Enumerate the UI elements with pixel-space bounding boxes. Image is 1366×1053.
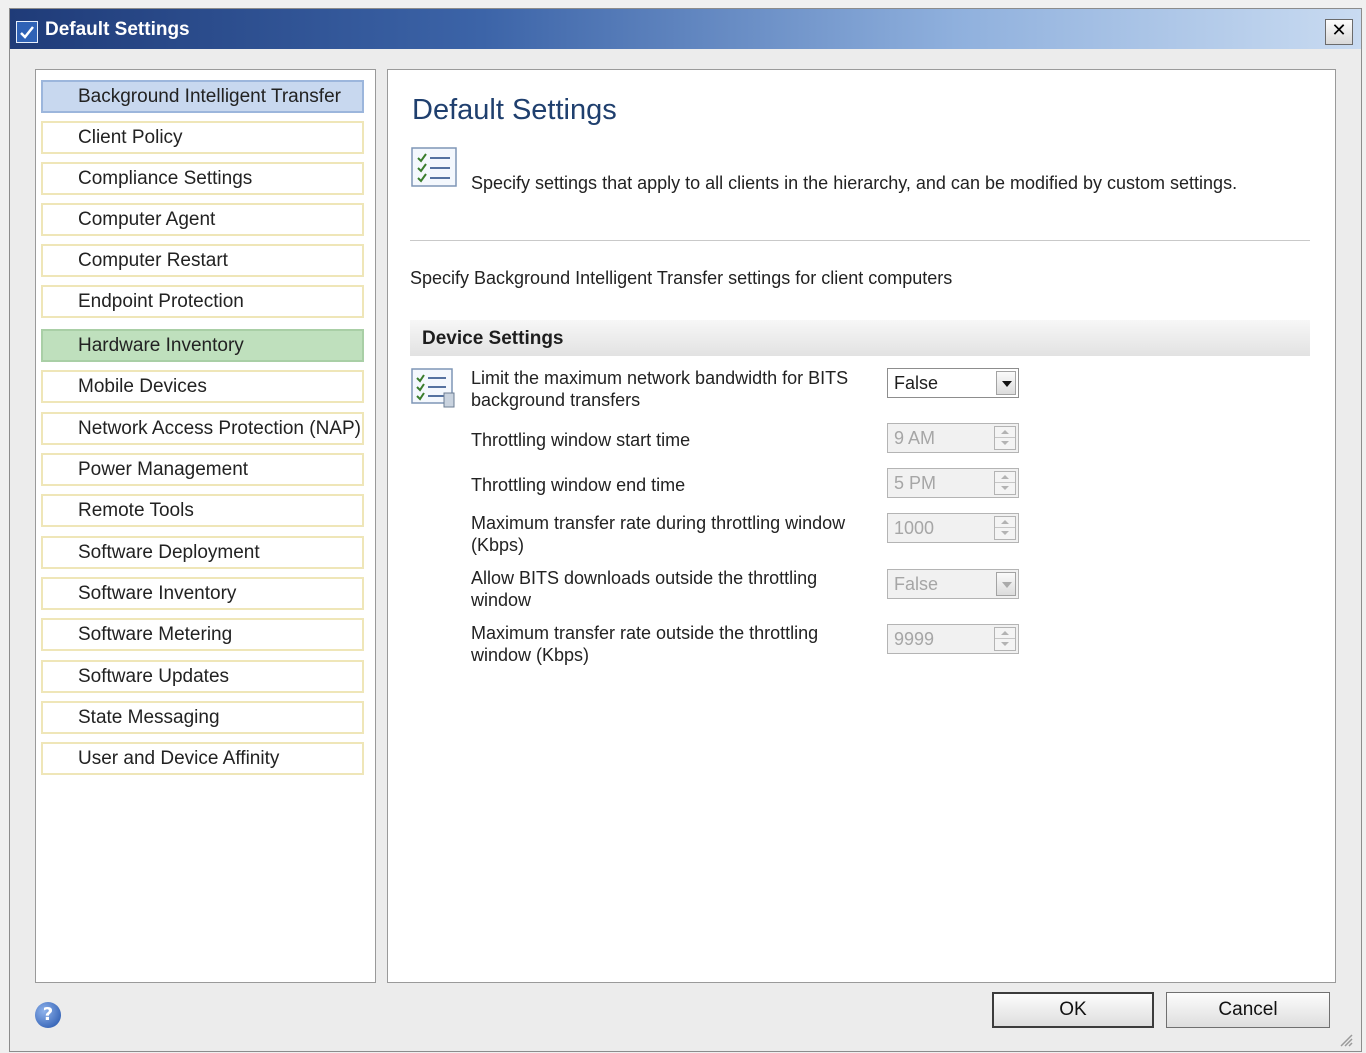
nav-item-state-messaging[interactable]: State Messaging <box>41 701 364 734</box>
throttling-end-spinner[interactable]: 5 PM <box>887 468 1019 498</box>
settings-panel: Default Settings Specify settings that a… <box>387 69 1336 983</box>
spinner-arrows-icon[interactable] <box>994 516 1016 540</box>
help-icon[interactable]: ? <box>35 1002 61 1028</box>
setting-label-limit-bandwidth: Limit the maximum network bandwidth for … <box>471 368 849 410</box>
nav-item-software-metering[interactable]: Software Metering <box>41 618 364 651</box>
settings-checklist-icon <box>410 367 458 409</box>
page-description: Specify settings that apply to all clien… <box>471 173 1238 193</box>
spinner-value: 1000 <box>894 518 935 538</box>
section-title: Device Settings <box>422 328 564 349</box>
section-header: Device Settings <box>410 320 1310 356</box>
spinner-arrows-icon[interactable] <box>994 627 1016 651</box>
nav-item-hardware-inventory[interactable]: Hardware Inventory <box>41 329 364 362</box>
nav-item-user-and-device-affinity[interactable]: User and Device Affinity <box>41 742 364 775</box>
dialog-window: Default Settings ✕ Background Intelligen… <box>9 8 1362 1052</box>
nav-item-compliance-settings[interactable]: Compliance Settings <box>41 162 364 195</box>
settings-nav: Background Intelligent Transfer Client P… <box>35 69 376 983</box>
dropdown-value: False <box>894 574 939 594</box>
spinner-arrows-icon[interactable] <box>994 471 1016 495</box>
spinner-value: 9 AM <box>894 428 936 448</box>
allow-outside-dropdown[interactable]: False <box>887 569 1019 599</box>
setting-label-max-rate-outside: Maximum transfer rate outside the thrott… <box>471 623 819 665</box>
nav-item-background-intelligent-transfer[interactable]: Background Intelligent Transfer <box>41 80 364 113</box>
spinner-value: 9999 <box>894 629 935 649</box>
nav-item-mobile-devices[interactable]: Mobile Devices <box>41 370 364 403</box>
spinner-arrows-icon[interactable] <box>994 426 1016 450</box>
spinner-value: 5 PM <box>894 473 937 493</box>
close-icon[interactable]: ✕ <box>1325 19 1353 45</box>
nav-item-software-updates[interactable]: Software Updates <box>41 660 364 693</box>
dropdown-value: False <box>894 373 939 393</box>
max-rate-outside-spinner[interactable]: 9999 <box>887 624 1019 654</box>
ok-button[interactable]: OK <box>992 992 1154 1028</box>
limit-bandwidth-dropdown[interactable]: False <box>887 368 1019 398</box>
nav-item-endpoint-protection[interactable]: Endpoint Protection <box>41 285 364 318</box>
setting-label-max-rate-during: Maximum transfer rate during throttling … <box>471 513 846 555</box>
nav-item-network-access-protection[interactable]: Network Access Protection (NAP) <box>41 412 364 445</box>
chevron-down-icon[interactable] <box>996 371 1016 395</box>
setting-label-throttling-start: Throttling window start time <box>471 430 691 450</box>
nav-item-software-inventory[interactable]: Software Inventory <box>41 577 364 610</box>
cancel-button[interactable]: Cancel <box>1166 992 1330 1028</box>
nav-item-remote-tools[interactable]: Remote Tools <box>41 494 364 527</box>
setting-label-allow-outside: Allow BITS downloads outside the throttl… <box>471 568 818 610</box>
resize-grip-icon[interactable] <box>1337 1031 1353 1047</box>
setting-label-throttling-end: Throttling window end time <box>471 475 686 495</box>
nav-item-software-deployment[interactable]: Software Deployment <box>41 536 364 569</box>
page-title: Default Settings <box>412 94 617 126</box>
section-description: Specify Background Intelligent Transfer … <box>410 268 953 288</box>
checklist-icon <box>410 146 458 188</box>
nav-item-power-management[interactable]: Power Management <box>41 453 364 486</box>
app-icon <box>16 21 38 43</box>
chevron-down-icon[interactable] <box>996 572 1016 596</box>
nav-item-client-policy[interactable]: Client Policy <box>41 121 364 154</box>
divider <box>410 240 1310 241</box>
title-bar[interactable]: Default Settings ✕ <box>10 9 1361 49</box>
window-title: Default Settings <box>45 19 190 40</box>
max-rate-during-spinner[interactable]: 1000 <box>887 513 1019 543</box>
nav-item-computer-restart[interactable]: Computer Restart <box>41 244 364 277</box>
throttling-start-spinner[interactable]: 9 AM <box>887 423 1019 453</box>
nav-item-computer-agent[interactable]: Computer Agent <box>41 203 364 236</box>
